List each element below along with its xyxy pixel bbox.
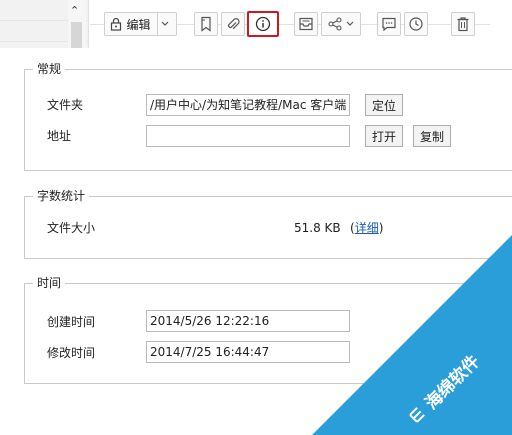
address-label: 地址: [47, 129, 72, 143]
word-stats-legend: 字数统计: [33, 188, 90, 204]
bookmark-button[interactable]: [194, 12, 218, 36]
attachment-button[interactable]: [221, 12, 245, 36]
share-icon: [328, 17, 342, 31]
folder-label: 文件夹: [47, 98, 84, 112]
share-button[interactable]: [321, 12, 361, 36]
email-button[interactable]: [294, 12, 318, 36]
bookmark-icon: [199, 16, 213, 32]
chevron-down-icon[interactable]: [346, 21, 354, 27]
address-field[interactable]: [146, 125, 350, 147]
note-toolbar: 编辑: [90, 8, 512, 42]
details-link-wrapper: (详细): [350, 220, 383, 236]
details-link[interactable]: 详细: [355, 221, 379, 235]
edit-button-label: 编辑: [126, 17, 151, 32]
history-button[interactable]: [404, 12, 428, 36]
inbox-icon: [298, 16, 314, 32]
folder-field[interactable]: /用户中心/为知笔记教程/Mac 客户端: [146, 94, 350, 116]
edit-button[interactable]: 编辑: [104, 12, 177, 36]
modified-time-label: 修改时间: [47, 346, 96, 360]
trash-icon: [456, 16, 470, 32]
modified-time-field[interactable]: 2014/7/25 16:44:47: [146, 341, 350, 363]
time-legend: 时间: [33, 275, 66, 291]
note-info-button[interactable]: [247, 11, 279, 37]
locate-button[interactable]: 定位: [365, 94, 403, 116]
comment-icon: [381, 16, 397, 32]
lock-icon: [109, 17, 123, 31]
copy-button[interactable]: 复制: [413, 125, 451, 147]
paperclip-icon: [226, 16, 240, 32]
scrollbar-thumb[interactable]: [71, 22, 82, 48]
delete-button[interactable]: [451, 12, 475, 36]
open-button[interactable]: 打开: [365, 125, 403, 147]
scroll-up-icon[interactable]: ⌃: [70, 5, 79, 17]
general-legend: 常规: [33, 61, 66, 77]
general-group: 常规: [24, 61, 512, 171]
comment-button[interactable]: [377, 12, 401, 36]
chevron-down-icon[interactable]: [156, 13, 172, 35]
details-close-paren: ): [378, 221, 384, 235]
word-stats-group: 字数统计: [24, 188, 512, 259]
created-time-label: 创建时间: [47, 315, 96, 329]
created-time-field[interactable]: 2014/5/26 12:22:16: [146, 310, 350, 332]
info-icon: [255, 16, 271, 32]
file-size-label: 文件大小: [47, 221, 96, 235]
file-size-value: 51.8 KB: [294, 221, 341, 235]
clock-icon: [408, 16, 424, 32]
